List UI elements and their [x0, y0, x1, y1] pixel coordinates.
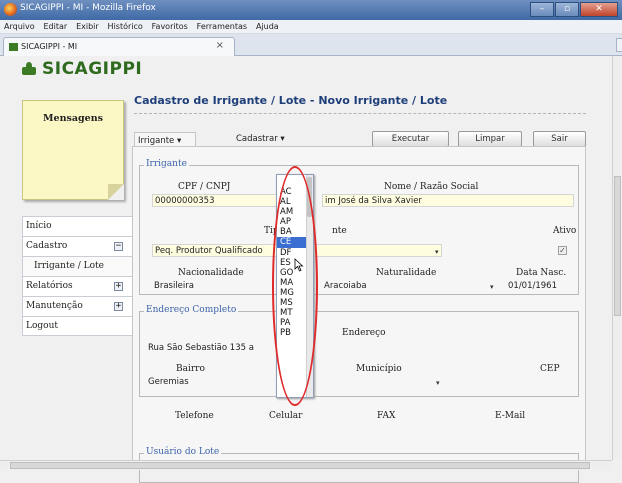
- municipio-select[interactable]: ▾: [322, 376, 442, 389]
- endereco-fieldset: Endereço Completo Endereço Rua São Sebas…: [139, 305, 579, 397]
- messages-title: Mensagens: [43, 113, 103, 124]
- fax-field[interactable]: [339, 425, 429, 438]
- note-fold: [108, 184, 124, 200]
- chevron-down-icon: ▾: [435, 248, 439, 256]
- menu-historico[interactable]: Histórico: [108, 22, 143, 31]
- close-window-icon[interactable]: ✕: [580, 2, 618, 17]
- logo-text: SICAGIPPI: [42, 59, 143, 79]
- browser-tab-bar: SICAGIPPI - MI ×: [0, 34, 622, 56]
- fax-label: FAX: [377, 411, 396, 421]
- limpar-button[interactable]: Limpar: [458, 131, 522, 147]
- celular-label: Celular: [269, 411, 303, 421]
- tipo-label-end: nte: [332, 226, 347, 236]
- sidebar-item-label: Irrigante / Lote: [34, 261, 104, 271]
- irrigante-legend: Irrigante: [144, 159, 189, 169]
- vertical-scrollbar[interactable]: [612, 56, 622, 460]
- naturalidade-label: Naturalidade: [376, 268, 437, 278]
- sidebar-item-label: Manutenção: [26, 301, 83, 311]
- sidebar-item-label: Cadastro: [26, 241, 68, 251]
- page-title: Cadastro de Irrigante / Lote - Novo Irri…: [134, 94, 448, 107]
- menu-ferramentas[interactable]: Ferramentas: [197, 22, 247, 31]
- minimize-icon[interactable]: –: [530, 2, 554, 17]
- logo-icon: [20, 62, 38, 76]
- sidebar-item-relatorios[interactable]: Relatórios +: [22, 276, 136, 296]
- sidebar-item-cadastro[interactable]: Cadastro −: [22, 236, 136, 256]
- executar-button[interactable]: Executar: [372, 131, 449, 147]
- ativo-checkbox[interactable]: ✓: [558, 246, 567, 255]
- sidebar-item-label: Relatórios: [26, 281, 73, 291]
- title-divider: [134, 113, 586, 114]
- email-field[interactable]: [435, 425, 575, 438]
- naturalidade-value: Aracoiaba: [324, 281, 367, 291]
- annotation-oval: [272, 166, 318, 406]
- window-title: SICAGIPPI - MI - Mozilla Firefox: [20, 3, 156, 13]
- sidebar-item-inicio[interactable]: Início: [22, 216, 136, 236]
- collapse-icon[interactable]: −: [114, 242, 123, 251]
- expand-icon[interactable]: +: [114, 302, 123, 311]
- firefox-icon: [4, 3, 17, 16]
- app-logo: SICAGIPPI: [20, 58, 142, 80]
- site-favicon-icon: [9, 43, 18, 51]
- municipio-label: Município: [356, 364, 402, 374]
- browser-tab[interactable]: SICAGIPPI - MI ×: [3, 37, 235, 56]
- sidebar-item-manutencao[interactable]: Manutenção +: [22, 296, 136, 316]
- sidebar-item-irrigante-lote[interactable]: Irrigante / Lote: [22, 256, 136, 276]
- sidebar-item-label: Início: [26, 221, 52, 231]
- email-label: E-Mail: [495, 411, 526, 421]
- data-nasc-label: Data Nasc.: [516, 268, 567, 278]
- irrigante-fieldset: Irrigante CPF / CNPJ 00000000353 Nome / …: [139, 159, 579, 295]
- menu-exibir[interactable]: Exibir: [76, 22, 99, 31]
- naturalidade-select[interactable]: Aracoiaba ▾: [322, 280, 502, 293]
- cep-field[interactable]: [500, 376, 576, 389]
- expand-icon[interactable]: +: [114, 282, 123, 291]
- horizontal-scrollbar[interactable]: [0, 460, 612, 470]
- chevron-down-icon: ▾: [436, 379, 440, 387]
- menu-arquivo[interactable]: Arquivo: [4, 22, 35, 31]
- endereco-field[interactable]: Rua São Sebastião 135 a: [146, 342, 286, 355]
- ativo-label: Ativo: [553, 226, 577, 236]
- scrollbar-thumb[interactable]: [10, 462, 590, 469]
- form-panel: Irrigante CPF / CNPJ 00000000353 Nome / …: [132, 146, 586, 483]
- chevron-down-icon: ▾: [490, 283, 494, 291]
- telefone-field[interactable]: [147, 425, 237, 438]
- sidebar-item-logout[interactable]: Logout: [22, 316, 136, 336]
- nacionalidade-field[interactable]: Brasileira: [152, 280, 272, 293]
- cadastrar-label: Cadastrar: [236, 134, 278, 144]
- scrollbar-thumb[interactable]: [614, 176, 621, 316]
- usuario-legend: Usuário do Lote: [144, 447, 222, 457]
- nacionalidade-label: Nacionalidade: [178, 268, 244, 278]
- nome-label: Nome / Razão Social: [384, 182, 479, 192]
- menu-ajuda[interactable]: Ajuda: [256, 22, 279, 31]
- chevron-down-icon: ▾: [280, 134, 285, 144]
- chevron-down-icon: ▾: [176, 136, 182, 146]
- maximize-icon[interactable]: ▫: [555, 2, 579, 17]
- bairro-label: Bairro: [176, 364, 205, 374]
- messages-note: Mensagens: [22, 100, 124, 200]
- endereco-label: Endereço: [342, 328, 386, 338]
- tab-close-icon[interactable]: ×: [216, 40, 224, 51]
- sair-button[interactable]: Sair: [533, 131, 586, 147]
- tipo-select-value: Peq. Produtor Qualificado: [155, 246, 263, 256]
- mouse-cursor-icon: [294, 258, 304, 272]
- tab-irrigante-label: Irrigante: [138, 136, 175, 146]
- menu-editar[interactable]: Editar: [44, 22, 68, 31]
- sidebar-item-label: Logout: [26, 321, 58, 331]
- window-titlebar: SICAGIPPI - MI - Mozilla Firefox – ▫ ✕: [0, 0, 622, 20]
- nome-field[interactable]: im José da Silva Xavier: [322, 194, 574, 207]
- menu-favoritos[interactable]: Favoritos: [152, 22, 188, 31]
- cep-label: CEP: [540, 364, 560, 374]
- bairro-field[interactable]: Geremias: [146, 376, 266, 389]
- new-tab-button[interactable]: [616, 38, 622, 52]
- celular-field[interactable]: [243, 425, 333, 438]
- menu-bar: Arquivo Editar Exibir Histórico Favorito…: [0, 20, 622, 34]
- tab-label: SICAGIPPI - MI: [21, 42, 78, 51]
- endereco-legend: Endereço Completo: [144, 305, 239, 315]
- tab-irrigante-select[interactable]: Irrigante ▾: [134, 132, 196, 147]
- cpf-label: CPF / CNPJ: [178, 182, 231, 192]
- cpf-field[interactable]: 00000000353: [152, 194, 282, 207]
- telefone-label: Telefone: [175, 411, 214, 421]
- sidebar-nav: Início Cadastro − Irrigante / Lote Relat…: [22, 216, 136, 336]
- data-nasc-field[interactable]: 01/01/1961: [506, 280, 576, 293]
